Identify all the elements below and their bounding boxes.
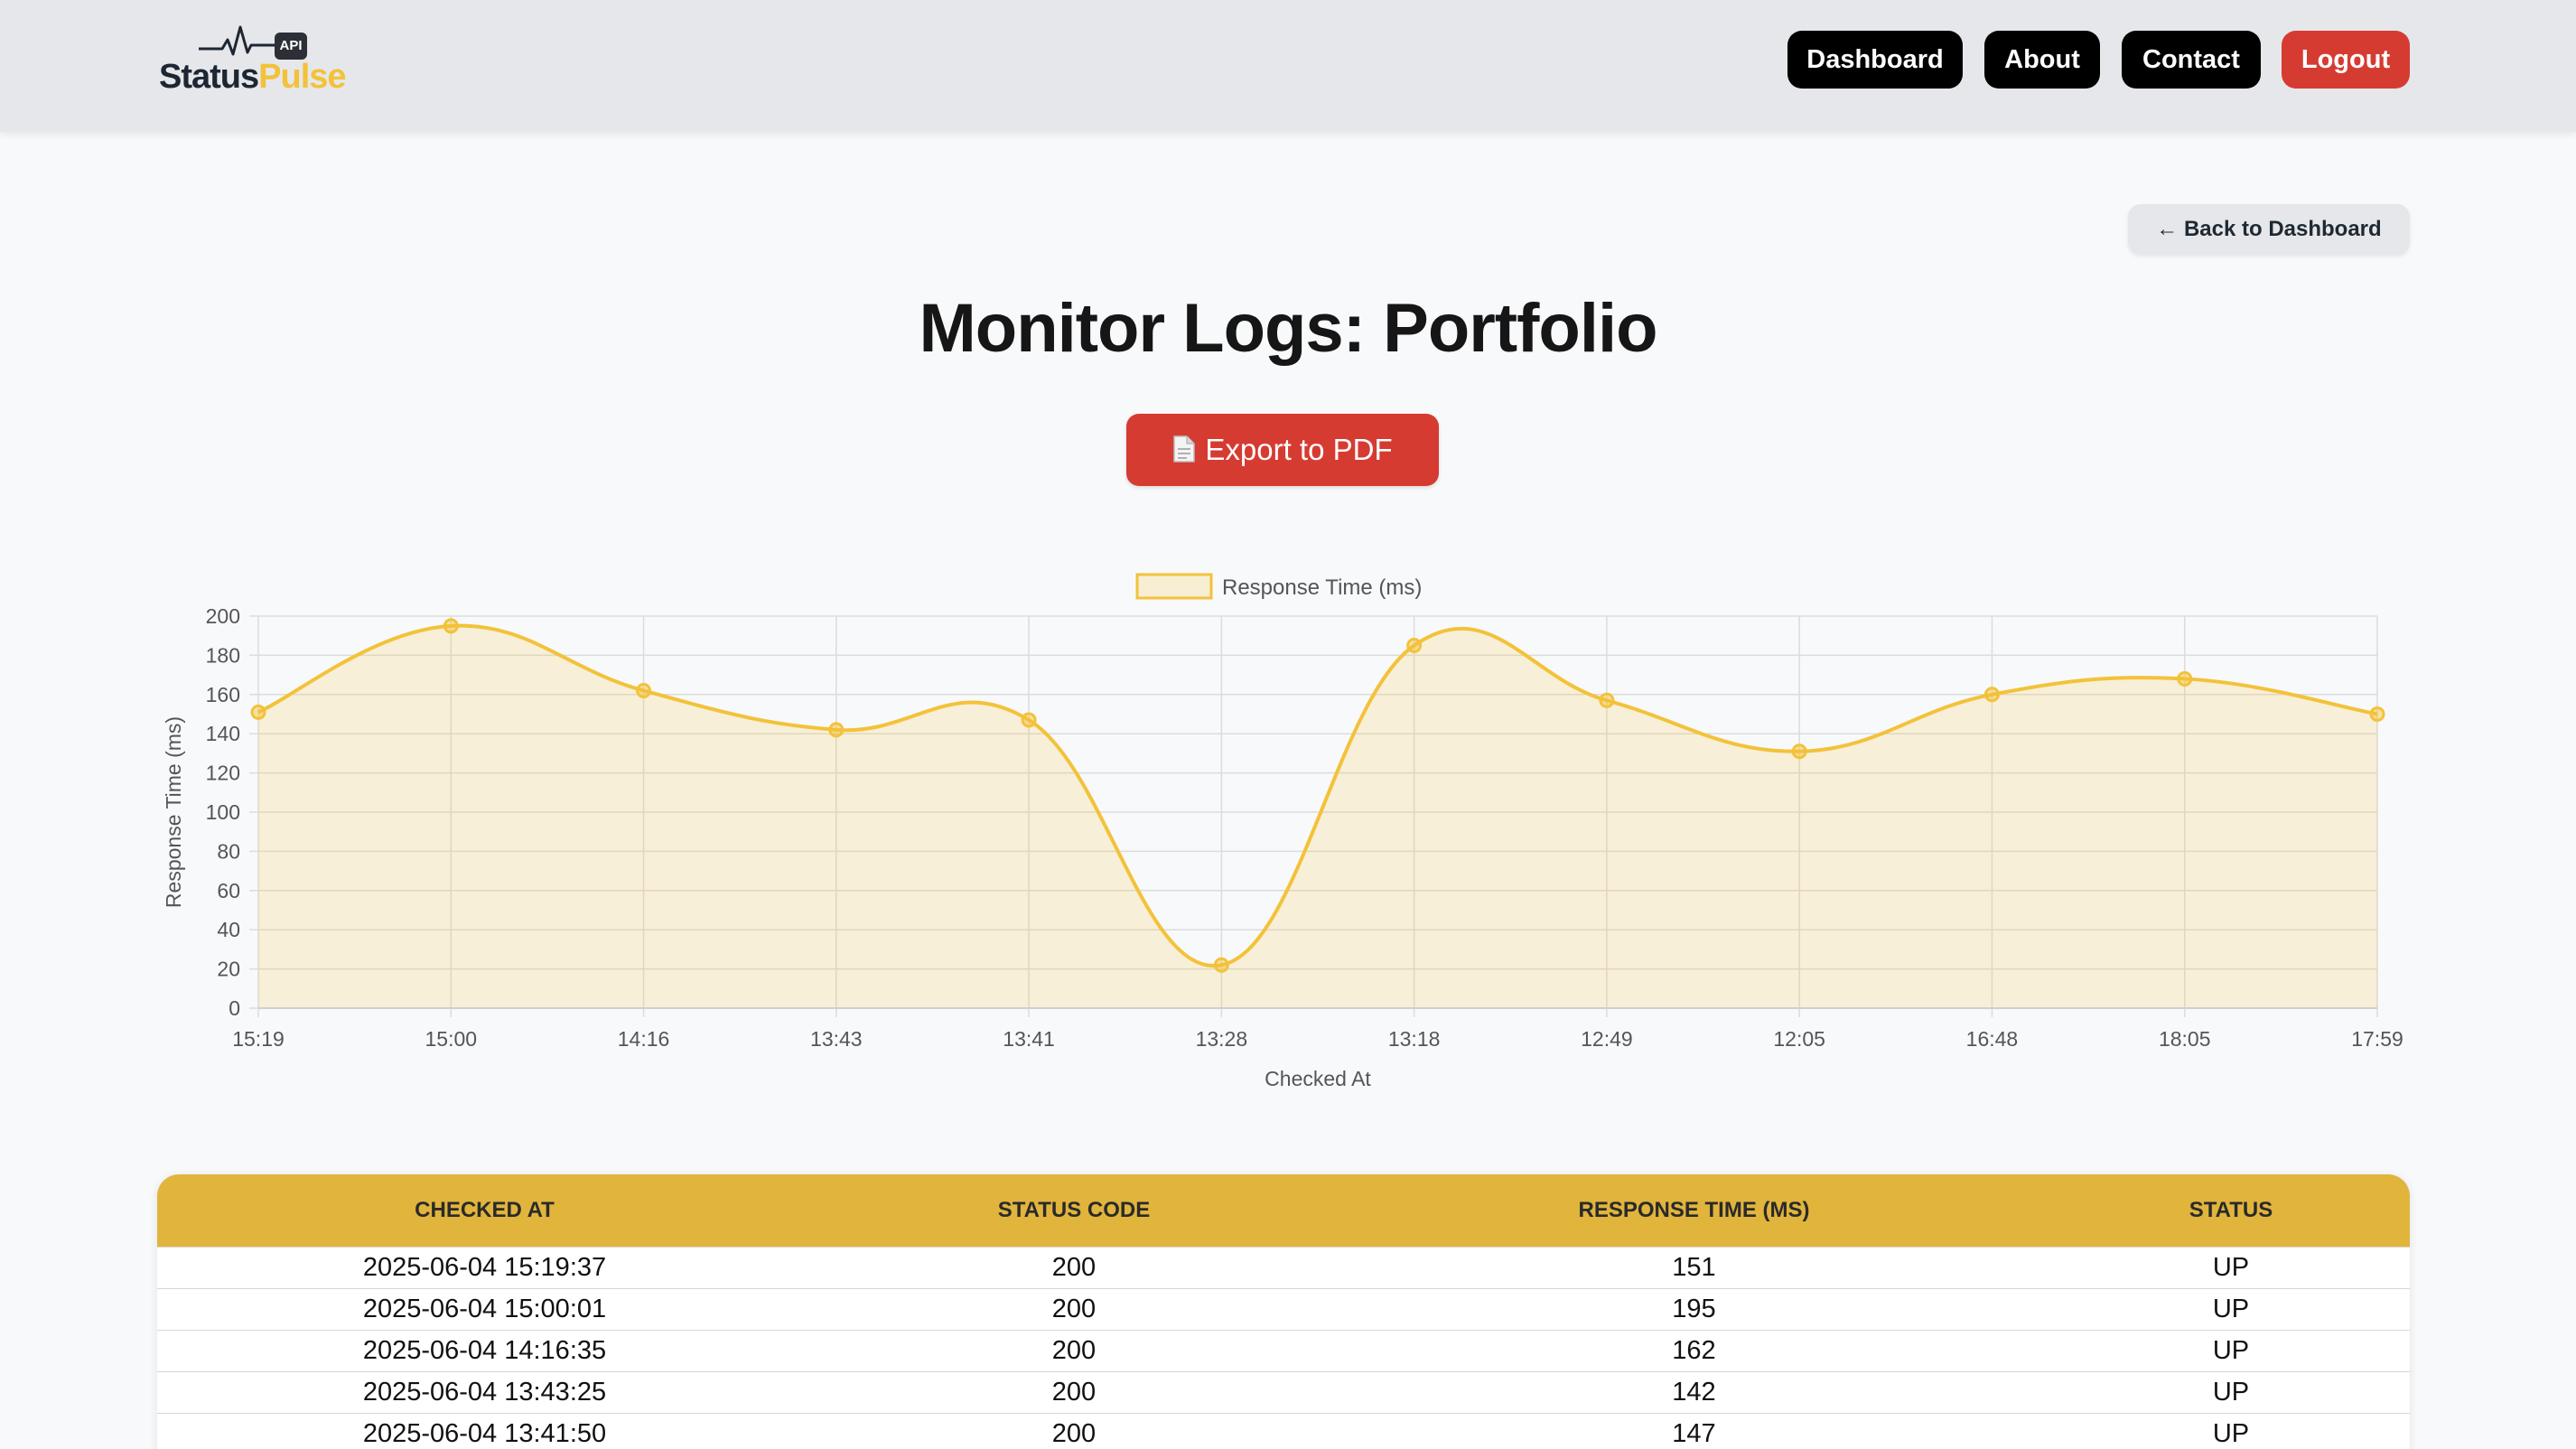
cell-status-code: 200 [812, 1329, 1336, 1371]
y-tick-label: 80 [217, 839, 240, 863]
cell-checked-at: 2025-06-04 14:16:35 [157, 1329, 812, 1371]
y-tick-label: 120 [206, 762, 240, 785]
y-axis-title: Response Time (ms) [162, 716, 185, 908]
data-point [2369, 706, 2385, 722]
x-tick-label: 17:59 [2351, 1027, 2403, 1051]
x-tick-label: 12:49 [1581, 1027, 1633, 1051]
table-row: 2025-06-04 14:16:35 200 162 UP [157, 1329, 2410, 1371]
cell-status-code: 200 [812, 1246, 1336, 1288]
nav-contact-button[interactable]: Contact [2122, 31, 2261, 89]
logs-table: Checked At Status Code Response Time (ms… [157, 1174, 2410, 1449]
data-point [828, 722, 845, 738]
y-tick-label: 60 [217, 879, 240, 902]
nav-dashboard-button[interactable]: Dashboard [1787, 31, 1963, 89]
y-tick-label: 40 [217, 918, 240, 941]
table-row: 2025-06-04 15:19:37 200 151 UP [157, 1246, 2410, 1288]
logo-word-status: Status [159, 58, 259, 96]
data-point [250, 704, 266, 720]
data-point [1983, 687, 2000, 703]
x-tick-label: 13:41 [1003, 1027, 1055, 1051]
x-tick-label: 14:16 [618, 1027, 670, 1051]
x-axis-title: Checked At [1265, 1067, 1371, 1090]
pulse-line-icon [199, 25, 276, 56]
x-tick-label: 18:05 [2159, 1027, 2211, 1051]
table-row: 2025-06-04 15:00:01 200 195 UP [157, 1287, 2410, 1330]
y-tick-label: 140 [206, 722, 240, 745]
cell-response-time: 195 [1336, 1287, 2052, 1330]
logs-table-card: Checked At Status Code Response Time (ms… [157, 1174, 2410, 1449]
cell-status: UP [2052, 1412, 2410, 1449]
table-row: 2025-06-04 13:41:50 200 147 UP [157, 1412, 2410, 1449]
x-tick-label: 16:48 [1966, 1027, 2019, 1051]
top-navbar: API StatusPulse Dashboard About Contact … [0, 0, 2576, 132]
cell-response-time: 151 [1336, 1246, 2052, 1288]
data-point [1599, 692, 1615, 708]
x-tick-label: 13:28 [1196, 1027, 1248, 1051]
data-point [1213, 957, 1229, 973]
table-row: 2025-06-04 13:43:25 200 142 UP [157, 1370, 2410, 1413]
y-tick-label: 20 [217, 958, 240, 981]
cell-status-code: 200 [812, 1287, 1336, 1330]
cell-status: UP [2052, 1370, 2410, 1413]
response-time-chart: 0 20 40 60 80 100 120 140 160 180 200 15:19 15:00 14:… [154, 560, 2430, 1102]
x-tick-label: 12:05 [1773, 1027, 1825, 1051]
cell-response-time: 162 [1336, 1329, 2052, 1371]
logo-wordmark: StatusPulse [159, 58, 347, 97]
cell-checked-at: 2025-06-04 13:43:25 [157, 1370, 812, 1413]
cell-status-code: 200 [812, 1412, 1336, 1449]
export-pdf-label: Export to PDF [1205, 433, 1393, 466]
export-pdf-button[interactable]: Export to PDF [1126, 414, 1439, 486]
nav-about-button[interactable]: About [1984, 31, 2100, 89]
x-tick-label: 15:00 [425, 1027, 477, 1051]
data-point [443, 618, 459, 634]
cell-status-code: 200 [812, 1370, 1336, 1413]
data-point [636, 682, 652, 698]
y-tick-label: 200 [206, 604, 240, 628]
col-header-response-time: Response Time (ms) [1578, 1197, 1810, 1222]
x-tick-label: 13:43 [810, 1027, 863, 1051]
back-to-dashboard-button[interactable]: ← Back to Dashboard [2128, 204, 2410, 255]
data-point [1406, 638, 1423, 654]
statuspulse-logo[interactable]: API StatusPulse [159, 20, 358, 101]
y-tick-label: 160 [206, 683, 240, 706]
logout-button[interactable]: Logout [2282, 31, 2410, 89]
cell-response-time: 147 [1336, 1412, 2052, 1449]
data-point [1791, 743, 1807, 760]
data-point [1021, 712, 1037, 728]
document-icon [1173, 435, 1196, 463]
page-title: Monitor Logs: Portfolio [919, 290, 1657, 367]
logo-word-pulse: Pulse [258, 58, 346, 96]
cell-response-time: 142 [1336, 1370, 2052, 1413]
x-tick-label: 13:18 [1388, 1027, 1441, 1051]
cell-status: UP [2052, 1287, 2410, 1330]
table-header-row: Checked At Status Code Response Time (ms… [157, 1174, 2410, 1247]
cell-status: UP [2052, 1329, 2410, 1371]
cell-checked-at: 2025-06-04 15:19:37 [157, 1246, 812, 1288]
legend-swatch [1135, 573, 1213, 600]
col-header-checked-at: Checked At [415, 1197, 555, 1222]
chart-canvas: 0 20 40 60 80 100 120 140 160 180 200 15:19 15:00 14:… [162, 573, 2403, 1090]
cell-status: UP [2052, 1246, 2410, 1288]
y-tick-label: 100 [206, 800, 240, 824]
y-tick-label: 180 [206, 643, 240, 667]
cell-checked-at: 2025-06-04 13:41:50 [157, 1412, 812, 1449]
col-header-status-code: Status Code [997, 1197, 1151, 1222]
x-tick-label: 15:19 [232, 1027, 285, 1051]
col-header-status: Status [2189, 1197, 2273, 1222]
cell-checked-at: 2025-06-04 15:00:01 [157, 1287, 812, 1330]
data-point [2177, 670, 2193, 687]
y-tick-label: 0 [229, 996, 240, 1020]
logo-badge: API [275, 33, 307, 60]
legend-label: Response Time (ms) [1222, 575, 1422, 600]
